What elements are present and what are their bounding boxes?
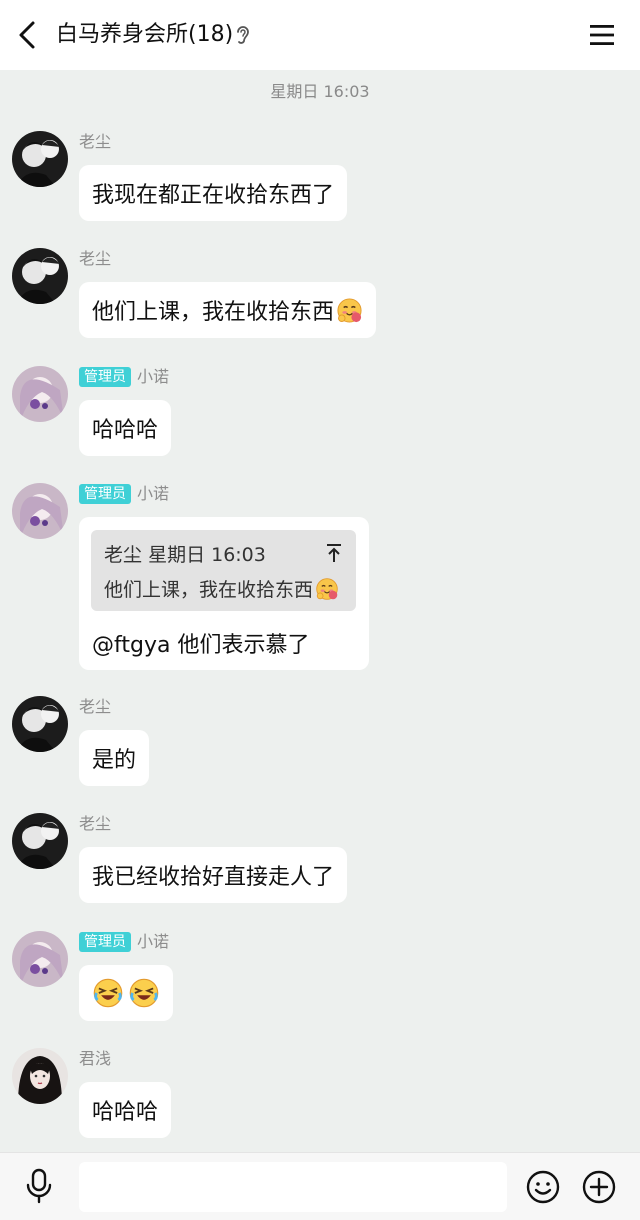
quoted-text: 他们上课，我在收拾东西 (104, 575, 339, 602)
microphone-icon[interactable] (20, 1166, 58, 1206)
avatar[interactable] (12, 931, 68, 987)
sender-name[interactable]: 老尘 (79, 248, 111, 270)
message-bubble[interactable]: 哈哈哈 (79, 1082, 172, 1138)
jump-to-top-icon[interactable] (324, 542, 344, 564)
message-meta: 管理员 小诺 (79, 483, 169, 505)
chat-title: 白马养身会所(18) (56, 22, 234, 47)
message-bubble[interactable]: 他们上课，我在收拾东西 (79, 282, 377, 338)
sender-name[interactable]: 老尘 (79, 813, 111, 835)
time-divider: 星期日 16:03 (270, 82, 370, 101)
message-text: 他们上课，我在收拾东西 (92, 300, 335, 325)
quoted-header: 老尘 星期日 16:03 (104, 540, 266, 567)
sender-name[interactable]: 老尘 (79, 131, 111, 153)
message-meta: 老尘 (79, 813, 111, 835)
message-bubble[interactable]: 我现在都正在收拾东西了 (79, 165, 348, 221)
message-bubble[interactable]: 我已经收拾好直接走人了 (79, 847, 348, 903)
message-meta: 君浅 (79, 1048, 111, 1070)
message-bubble[interactable]: 哈哈哈 (79, 400, 172, 456)
avatar[interactable] (12, 483, 68, 539)
avatar[interactable] (12, 248, 68, 304)
quoted-message[interactable]: 老尘 星期日 16:03 他们上课，我在收拾东西 (91, 530, 356, 611)
avatar[interactable] (12, 1048, 68, 1104)
ear-icon (237, 26, 249, 44)
avatar[interactable] (12, 366, 68, 422)
hamburger-menu-icon[interactable] (584, 17, 620, 53)
message-meta: 老尘 (79, 131, 111, 153)
avatar[interactable] (12, 813, 68, 869)
message-text: 是的 (92, 748, 137, 773)
message-text: 哈哈哈 (92, 1100, 159, 1125)
admin-badge: 管理员 (79, 367, 131, 387)
quoted-text-content: 他们上课，我在收拾东西 (104, 579, 314, 601)
hugging-face-emoji-icon (336, 297, 363, 324)
message-meta: 老尘 (79, 696, 111, 718)
chevron-left-icon[interactable] (8, 15, 48, 55)
message-text: 我已经收拾好直接走人了 (92, 865, 335, 890)
reply-text: @ftgya 他们表示慕了 (92, 633, 310, 658)
avatar[interactable] (12, 696, 68, 752)
message-text: 我现在都正在收拾东西了 (92, 183, 335, 208)
message-bubble[interactable]: 是的 (79, 730, 150, 786)
message-meta: 管理员 小诺 (79, 366, 169, 388)
sender-name[interactable]: 小诺 (137, 931, 169, 953)
plus-circle-icon[interactable] (580, 1168, 618, 1206)
quoted-time: 星期日 16:03 (148, 544, 266, 566)
composer-bar (0, 1152, 640, 1220)
message-bubble[interactable] (79, 965, 173, 1021)
message-meta: 老尘 (79, 248, 111, 270)
admin-badge: 管理员 (79, 932, 131, 952)
avatar[interactable] (12, 131, 68, 187)
sender-name[interactable]: 君浅 (79, 1048, 111, 1070)
hugging-face-emoji-icon (315, 577, 339, 601)
message-meta: 管理员 小诺 (79, 931, 169, 953)
quoted-author: 老尘 (104, 544, 143, 566)
sender-name[interactable]: 小诺 (137, 366, 169, 388)
quote-reply-bubble[interactable]: 老尘 星期日 16:03 他们上课，我在收拾东西 @ftgya 他们表示慕了 (79, 517, 369, 670)
message-input[interactable] (79, 1162, 507, 1212)
top-bar: 白马养身会所(18) (0, 0, 640, 70)
laughing-tears-emoji-icon (128, 977, 160, 1009)
message-text: 哈哈哈 (92, 418, 159, 443)
laughing-tears-emoji-icon (92, 977, 124, 1009)
sender-name[interactable]: 老尘 (79, 696, 111, 718)
sender-name[interactable]: 小诺 (137, 483, 169, 505)
smiley-icon[interactable] (524, 1168, 562, 1206)
admin-badge: 管理员 (79, 484, 131, 504)
